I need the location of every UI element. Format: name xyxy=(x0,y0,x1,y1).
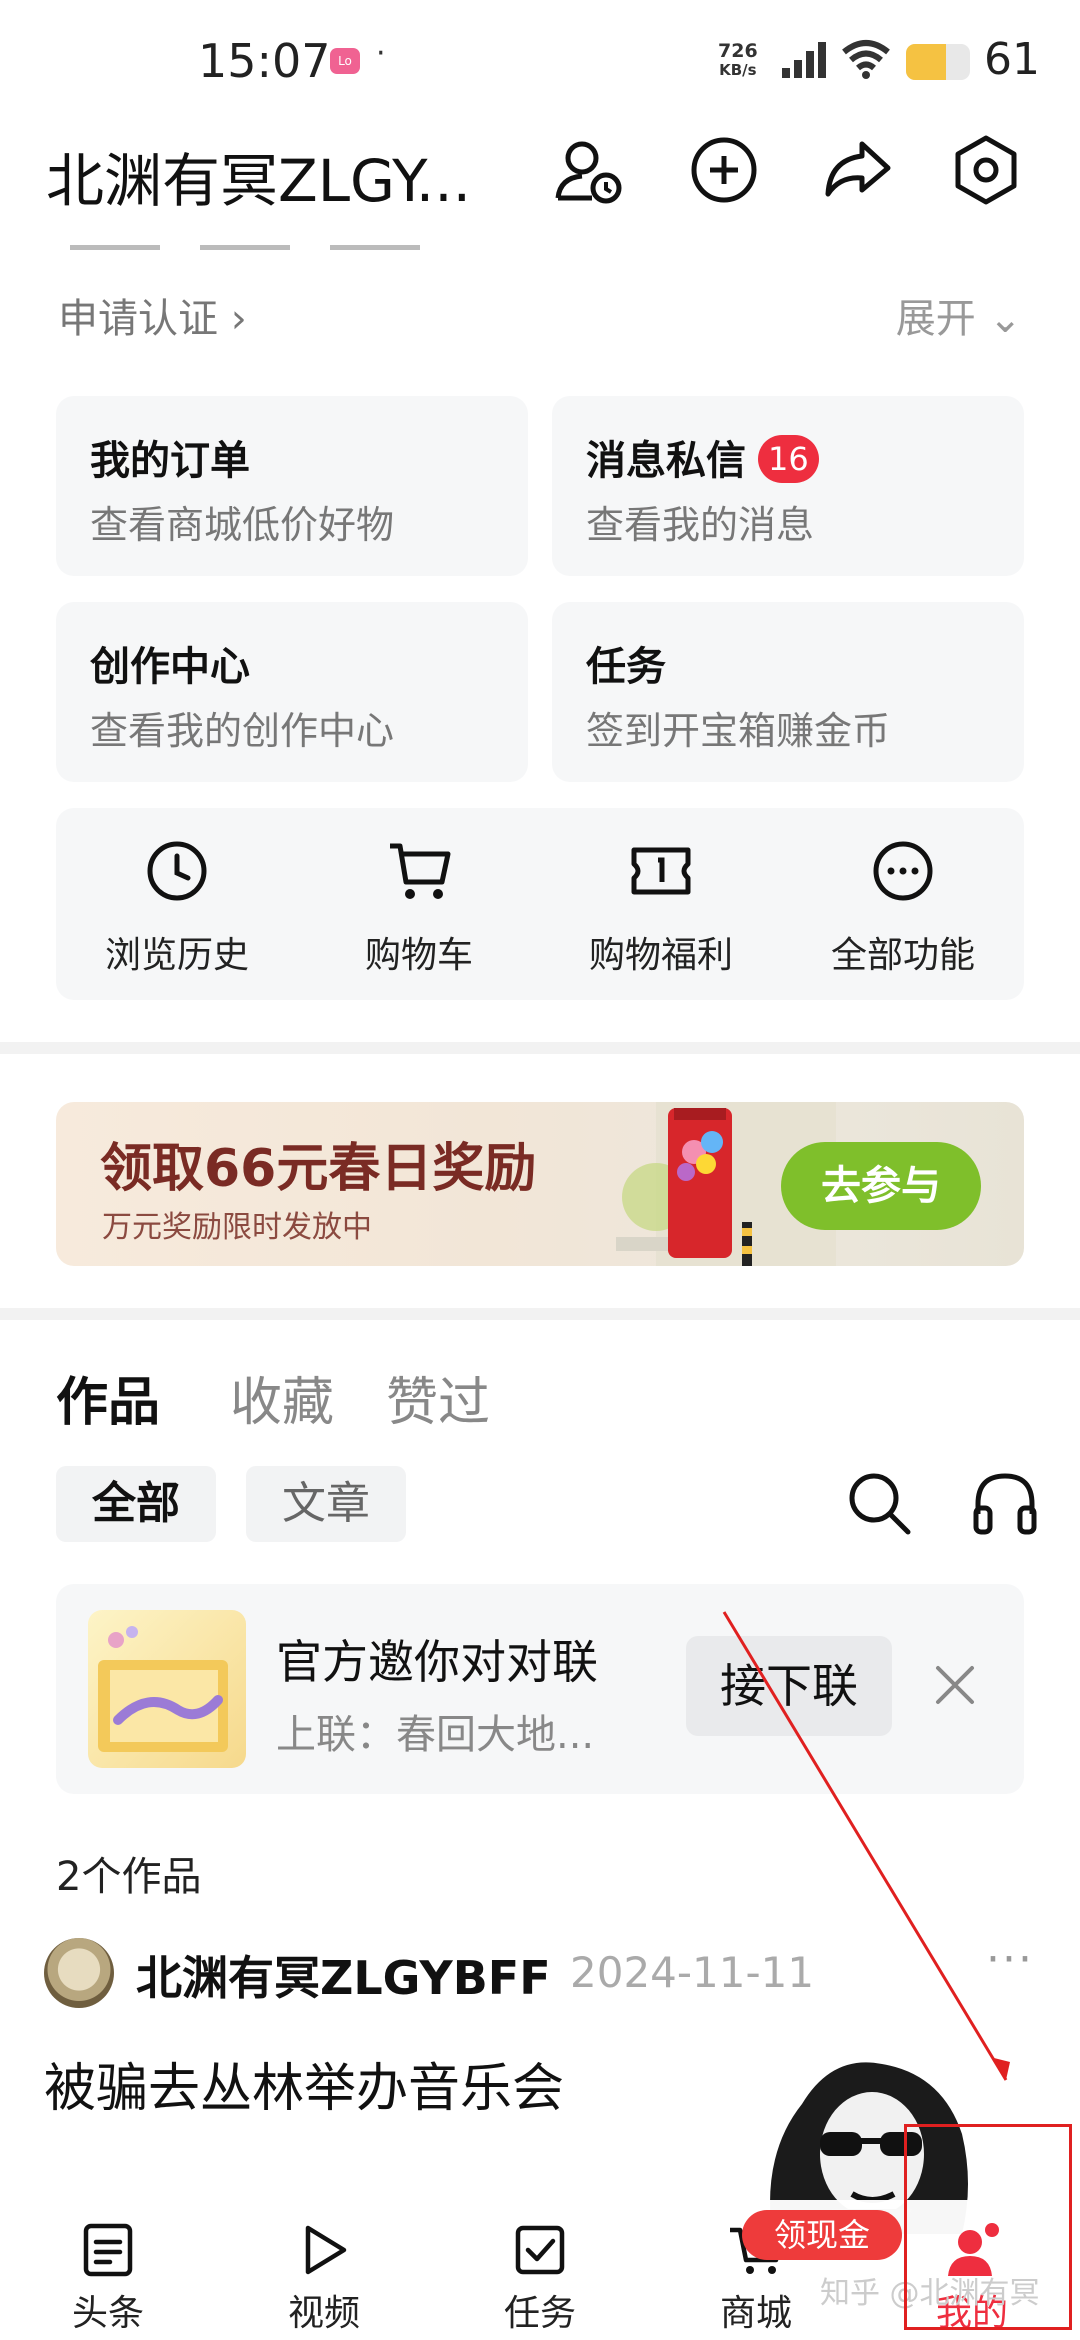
headphones-icon[interactable] xyxy=(970,1468,1040,1538)
card-subtitle: 查看我的创作中心 xyxy=(90,709,395,753)
nav-label: 任务 xyxy=(503,2293,576,2334)
annotation-highlight-box xyxy=(904,2124,1072,2330)
couplet-subtitle: 上联：春回大地... xyxy=(276,1712,595,1758)
task-check-icon xyxy=(515,2225,565,2275)
join-button[interactable]: 去参与 xyxy=(781,1142,981,1230)
chip-articles[interactable]: 文章 xyxy=(246,1466,406,1542)
couplet-thumbnail xyxy=(88,1610,246,1768)
stats-row-partial xyxy=(70,232,570,250)
profile-header: 北渊有冥ZLGY... xyxy=(0,128,1080,238)
card-title: 消息私信 16 xyxy=(586,428,819,486)
shortcut-all-features[interactable]: 全部功能 xyxy=(782,808,1024,1000)
card-title: 创作中心 xyxy=(90,644,250,690)
user-time-icon xyxy=(555,141,622,204)
section-divider xyxy=(0,1042,1080,1054)
news-icon xyxy=(83,2223,133,2277)
post-title[interactable]: 被骗去丛林举办音乐会 xyxy=(44,2046,564,2121)
play-icon xyxy=(305,2225,347,2275)
banner-title: 领取66元春日奖励 xyxy=(100,1139,537,1199)
promo-banner[interactable]: 领取66元春日奖励 万元奖励限时发放中 去参与 xyxy=(56,1102,1024,1266)
share-button[interactable] xyxy=(816,128,900,212)
creator-center-card[interactable]: 创作中心 查看我的创作中心 xyxy=(56,602,528,782)
wifi-icon xyxy=(842,40,890,79)
page-title: 北渊有冥ZLGY... xyxy=(46,147,472,215)
banner-subtitle: 万元奖励限时发放中 xyxy=(102,1210,372,1245)
card-title-text: 消息私信 xyxy=(586,438,746,484)
signal-icon xyxy=(782,42,826,78)
shortcut-label: 全部功能 xyxy=(830,935,975,976)
search-icon[interactable] xyxy=(844,1468,914,1538)
chip-all[interactable]: 全部 xyxy=(56,1466,216,1542)
tab-liked[interactable]: 赞过 xyxy=(386,1360,490,1435)
card-subtitle: 签到开宝箱赚金币 xyxy=(586,709,891,753)
apply-verification-link[interactable]: 申请认证 › xyxy=(58,286,247,344)
shortcut-history[interactable]: 浏览历史 xyxy=(56,808,298,1000)
network-speed-value: 726 xyxy=(718,40,758,62)
expand-link[interactable]: 展开 ⌄ xyxy=(896,286,1022,344)
shortcut-cart[interactable]: 购物车 xyxy=(298,808,540,1000)
next-line-button[interactable]: 接下联 xyxy=(686,1636,892,1736)
cert-row: 申请认证 › 展开 ⌄ xyxy=(58,282,1022,342)
nav-video[interactable]: 视频 xyxy=(216,2200,432,2340)
shortcut-grid: 浏览历史 购物车 购物福利 全部功能 xyxy=(56,808,1024,1000)
status-time: 15:07 xyxy=(198,34,331,88)
cash-reward-badge[interactable]: 领现金 xyxy=(742,2210,902,2260)
section-divider xyxy=(0,1308,1080,1320)
network-speed: 726 KB/s xyxy=(718,42,758,80)
couplet-activity-card[interactable]: 官方邀你对对联 上联：春回大地... 接下联 xyxy=(56,1584,1024,1794)
clock-icon xyxy=(147,841,207,901)
add-circle-icon xyxy=(691,137,757,203)
card-subtitle: 查看商城低价好物 xyxy=(90,503,395,547)
card-subtitle: 查看我的消息 xyxy=(586,503,815,547)
app-notification-icon: Lo xyxy=(330,48,360,74)
status-dot: · xyxy=(376,36,386,71)
works-count: 2个作品 xyxy=(56,1854,202,1900)
tasks-card[interactable]: 任务 签到开宝箱赚金币 xyxy=(552,602,1024,782)
add-button[interactable] xyxy=(682,128,766,212)
share-icon xyxy=(825,141,891,197)
settings-hexagon-icon xyxy=(955,135,1017,205)
card-title: 我的订单 xyxy=(90,438,250,484)
more-circle-icon xyxy=(873,841,933,901)
unread-badge: 16 xyxy=(758,435,819,483)
battery-level: 61 xyxy=(984,34,1040,85)
couplet-title: 官方邀你对对联 xyxy=(276,1635,598,1689)
shortcut-welfare[interactable]: 购物福利 xyxy=(540,808,782,1000)
status-bar: 15:07 Lo · 726 KB/s 61 xyxy=(0,0,1080,128)
nav-tasks[interactable]: 任务 xyxy=(432,2200,648,2340)
avatar[interactable] xyxy=(44,1938,114,2008)
settings-button[interactable] xyxy=(944,128,1028,212)
visitor-button[interactable] xyxy=(546,128,630,212)
shortcut-label: 浏览历史 xyxy=(104,935,249,976)
tab-favorites[interactable]: 收藏 xyxy=(230,1360,334,1435)
close-icon[interactable] xyxy=(926,1656,984,1714)
more-options-icon[interactable]: ··· xyxy=(986,1934,1034,1985)
battery-icon xyxy=(906,44,970,80)
network-speed-unit: KB/s xyxy=(719,61,757,79)
nav-label: 视频 xyxy=(287,2293,360,2334)
shortcut-label: 购物福利 xyxy=(588,935,733,976)
nav-headlines[interactable]: 头条 xyxy=(0,2200,216,2340)
tab-works[interactable]: 作品 xyxy=(56,1360,160,1435)
cart-icon xyxy=(390,843,451,899)
nav-label: 头条 xyxy=(71,2293,144,2334)
card-title: 任务 xyxy=(586,644,666,690)
post-header: 北渊有冥ZLGYBFF 2024-11-11 ··· xyxy=(44,1934,1036,2014)
shortcut-label: 购物车 xyxy=(364,935,473,976)
coupon-icon xyxy=(631,847,691,895)
my-orders-card[interactable]: 我的订单 查看商城低价好物 xyxy=(56,396,528,576)
messages-card[interactable]: 消息私信 16 查看我的消息 xyxy=(552,396,1024,576)
post-author[interactable]: 北渊有冥ZLGYBFF xyxy=(136,1942,551,2008)
post-date: 2024-11-11 xyxy=(570,1948,815,1997)
